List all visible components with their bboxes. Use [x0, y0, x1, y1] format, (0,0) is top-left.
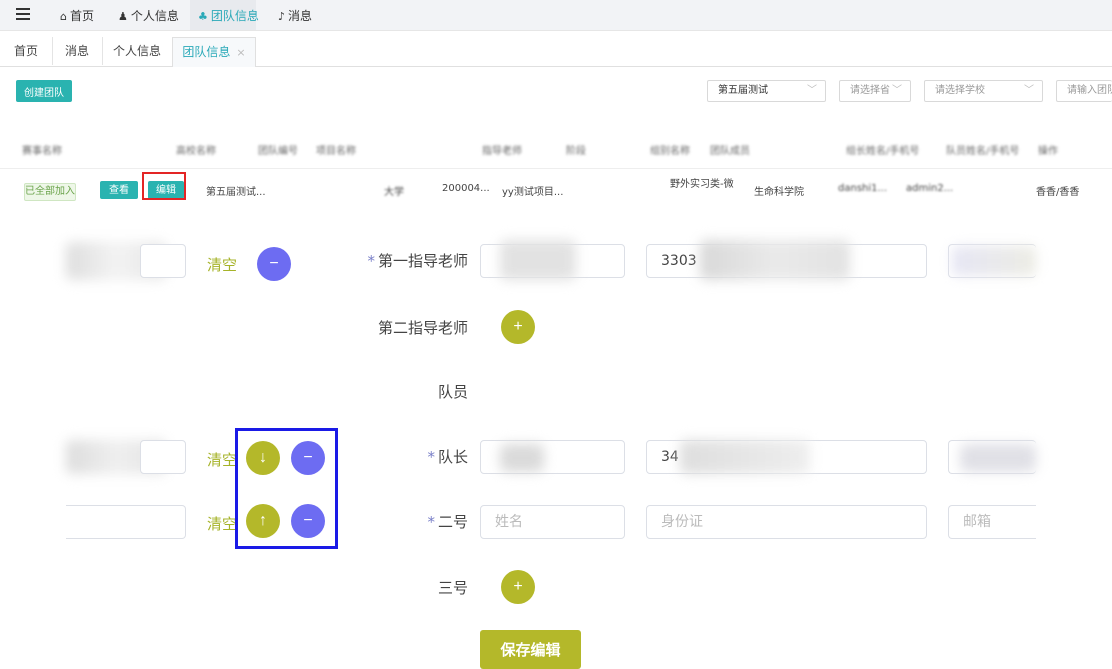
column-header: 赛事名称: [22, 146, 62, 157]
cell-school: 大学: [384, 187, 404, 198]
cell-extra: 香香/香香: [1036, 187, 1080, 198]
add-second-teacher-button[interactable]: +: [501, 310, 535, 344]
top-nav: ⌂ 首页 ♟ 个人信息 ♣ 团队信息 ♪ 消息: [0, 0, 1112, 31]
reorder-buttons-highlight: [235, 428, 338, 549]
input-placeholder: 身份证: [661, 514, 703, 530]
nav-item-label: 个人信息: [130, 9, 179, 23]
status-badge: 已全部加入: [24, 183, 76, 201]
redacted-area: [500, 240, 576, 280]
cell-leader: danshi1...: [838, 183, 888, 194]
tab-home[interactable]: 首页: [0, 37, 53, 65]
second-name-input[interactable]: 姓名: [480, 505, 625, 539]
user-icon: ♟: [118, 10, 128, 23]
label-text: 第一指导老师: [377, 252, 468, 270]
column-header: 团队成员: [710, 146, 750, 157]
create-team-button[interactable]: 创建团队: [16, 80, 72, 102]
redacted-area: [680, 440, 810, 474]
tab-bar: 首页 消息 个人信息 团队信息 ×: [0, 37, 1112, 67]
tab-label: 团队信息: [182, 45, 231, 59]
label-text: 队长: [437, 448, 468, 466]
column-header: 操作: [1038, 146, 1058, 157]
second-email-input-2[interactable]: 邮箱: [948, 505, 1036, 539]
second-member-label: * 二号: [427, 513, 468, 531]
redacted-area: [952, 246, 1036, 276]
column-header: 高校名称: [176, 146, 216, 157]
nav-item-label: 消息: [288, 9, 313, 23]
nav-item-messages[interactable]: ♪ 消息: [278, 7, 312, 24]
select-value: 第五届测试: [718, 85, 768, 96]
nav-item-label: 首页: [69, 9, 94, 23]
cell-project: yy测试项目...: [502, 187, 564, 198]
save-edit-button[interactable]: 保存编辑: [480, 630, 581, 669]
second-email-input[interactable]: [66, 505, 186, 539]
view-button[interactable]: 查看: [100, 181, 138, 199]
label-text: 二号: [437, 513, 468, 531]
column-header: 项目名称: [316, 146, 356, 157]
nav-item-label: 团队信息: [210, 9, 259, 23]
tab-profile[interactable]: 个人信息: [102, 37, 173, 65]
menu-icon[interactable]: [16, 8, 30, 20]
column-header: 组别名称: [650, 146, 690, 157]
chevron-down-icon: ﹀: [807, 85, 817, 96]
select-placeholder: 请选择省: [850, 85, 890, 96]
school-select[interactable]: 请选择学校 ﹀: [924, 80, 1043, 102]
leader-label: * 队长: [427, 448, 468, 466]
input-value: 34: [661, 449, 679, 465]
close-icon[interactable]: ×: [236, 46, 245, 59]
column-header: 阶段: [566, 146, 586, 157]
nav-item-profile[interactable]: ♟ 个人信息: [118, 7, 179, 24]
cell-competition: 第五届测试...: [206, 187, 266, 198]
tab-messages[interactable]: 消息: [52, 37, 103, 65]
tab-team[interactable]: 团队信息 ×: [172, 37, 256, 67]
leader-email-input[interactable]: [140, 440, 186, 474]
bell-icon: ♪: [278, 10, 286, 23]
chevron-down-icon: ﹀: [892, 85, 902, 96]
province-select[interactable]: 请选择省 ﹀: [839, 80, 911, 102]
cell-category: 野外实习类-微: [670, 179, 734, 190]
remove-first-teacher-button[interactable]: −: [257, 247, 291, 281]
column-header: 组长姓名/手机号: [846, 146, 920, 157]
select-placeholder: 请选择学校: [935, 85, 985, 96]
edit-button-highlight: [142, 172, 186, 200]
input-value: 3303: [661, 253, 697, 269]
column-header: 队员姓名/手机号: [946, 146, 1020, 157]
cell-team-no: 200004...: [442, 183, 490, 194]
first-teacher-label: * 第一指导老师: [367, 252, 468, 270]
redacted-area: [700, 240, 850, 280]
clear-second-link[interactable]: 清空: [207, 513, 237, 534]
home-icon: ⌂: [60, 10, 67, 23]
second-id-input[interactable]: 身份证: [646, 505, 927, 539]
input-placeholder: 姓名: [495, 514, 523, 530]
members-label: 队员: [437, 383, 468, 401]
column-header: 团队编号: [258, 146, 298, 157]
input-placeholder: 邮箱: [963, 514, 991, 530]
third-member-label: 三号: [437, 579, 468, 597]
redacted-area: [960, 444, 1036, 472]
table-header: 赛事名称 高校名称 团队编号 项目名称 指导老师 阶段 组别名称 团队成员 组长…: [0, 138, 1112, 158]
cell-member: admin2...: [906, 183, 954, 194]
nav-item-team[interactable]: ♣ 团队信息: [198, 7, 259, 24]
competition-select[interactable]: 第五届测试 ﹀: [707, 80, 826, 102]
input-placeholder: 请输入团队: [1067, 85, 1112, 96]
clear-leader-link[interactable]: 清空: [207, 449, 237, 470]
chevron-down-icon: ﹀: [1024, 85, 1034, 96]
column-header: 指导老师: [482, 146, 522, 157]
users-icon: ♣: [198, 10, 208, 23]
team-search-input[interactable]: 请输入团队: [1056, 80, 1112, 102]
redacted-area: [500, 444, 544, 472]
nav-item-home[interactable]: ⌂ 首页: [60, 7, 94, 24]
cell-college: 生命科学院: [754, 187, 804, 198]
second-teacher-label: 第二指导老师: [377, 319, 468, 337]
teacher-email-input[interactable]: [140, 244, 186, 278]
add-third-member-button[interactable]: +: [501, 570, 535, 604]
clear-first-teacher-link[interactable]: 清空: [207, 254, 237, 275]
